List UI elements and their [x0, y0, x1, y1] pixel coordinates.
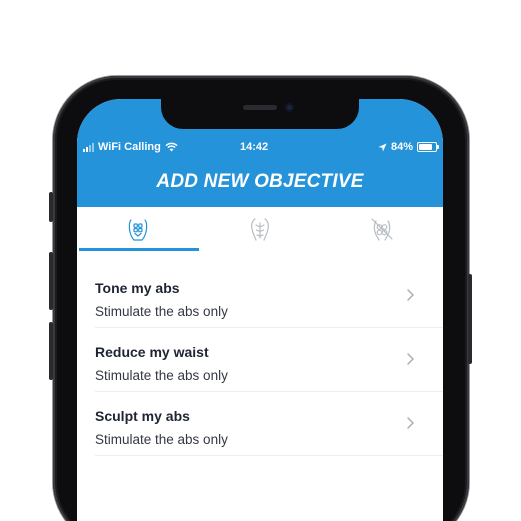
- mute-switch: [49, 192, 53, 222]
- objective-title: Reduce my waist: [95, 344, 209, 360]
- objective-title: Tone my abs: [95, 280, 180, 296]
- tab-abs[interactable]: [77, 207, 199, 251]
- signal-icon: [83, 142, 94, 152]
- tab-indicator: [79, 248, 199, 251]
- carrier-label: WiFi Calling: [98, 141, 161, 153]
- status-right: 84%: [378, 141, 439, 153]
- chevron-right-icon: [407, 353, 414, 365]
- list-item[interactable]: Tone my abs Stimulate the abs only: [95, 264, 443, 328]
- list-item[interactable]: Sculpt my abs Stimulate the abs only: [95, 392, 443, 456]
- objective-subtitle: Stimulate the abs only: [95, 432, 228, 447]
- speaker-grille: [243, 105, 277, 110]
- wifi-icon: [165, 142, 178, 152]
- battery-percent: 84%: [390, 141, 413, 153]
- battery-fill: [419, 144, 433, 150]
- chevron-right-icon: [407, 289, 414, 301]
- volume-down-button: [49, 322, 53, 380]
- objective-subtitle: Stimulate the abs only: [95, 368, 228, 383]
- body-area-tabs: [77, 207, 443, 251]
- status-bar: WiFi Calling 14:42 84%: [77, 139, 443, 155]
- objective-subtitle: Stimulate the abs only: [95, 304, 228, 319]
- objectives-list: Tone my abs Stimulate the abs only Reduc…: [95, 264, 443, 456]
- app-screen: WiFi Calling 14:42 84% ADD NEW OBJECTIVE…: [77, 99, 443, 521]
- status-left: WiFi Calling: [83, 141, 178, 153]
- chevron-right-icon: [407, 417, 414, 429]
- objective-title: Sculpt my abs: [95, 408, 190, 424]
- battery-icon: [417, 142, 439, 152]
- camera-icon: [285, 103, 294, 112]
- tab-torso[interactable]: [199, 207, 321, 251]
- volume-up-button: [49, 252, 53, 310]
- tab-disabled[interactable]: [321, 207, 443, 251]
- status-time: 14:42: [240, 141, 269, 153]
- location-arrow-icon: [378, 143, 387, 151]
- notch: [161, 99, 359, 129]
- power-button: [468, 274, 472, 364]
- app-header: WiFi Calling 14:42 84% ADD NEW OBJECTIVE: [77, 99, 443, 207]
- torso-body-icon: [251, 218, 269, 241]
- abs-body-icon: [128, 219, 148, 241]
- stage: WiFi Calling 14:42 84% ADD NEW OBJECTIVE…: [0, 0, 521, 521]
- list-item[interactable]: Reduce my waist Stimulate the abs only: [95, 328, 443, 392]
- disabled-body-icon: [371, 218, 393, 241]
- page-title: ADD NEW OBJECTIVE: [156, 171, 364, 192]
